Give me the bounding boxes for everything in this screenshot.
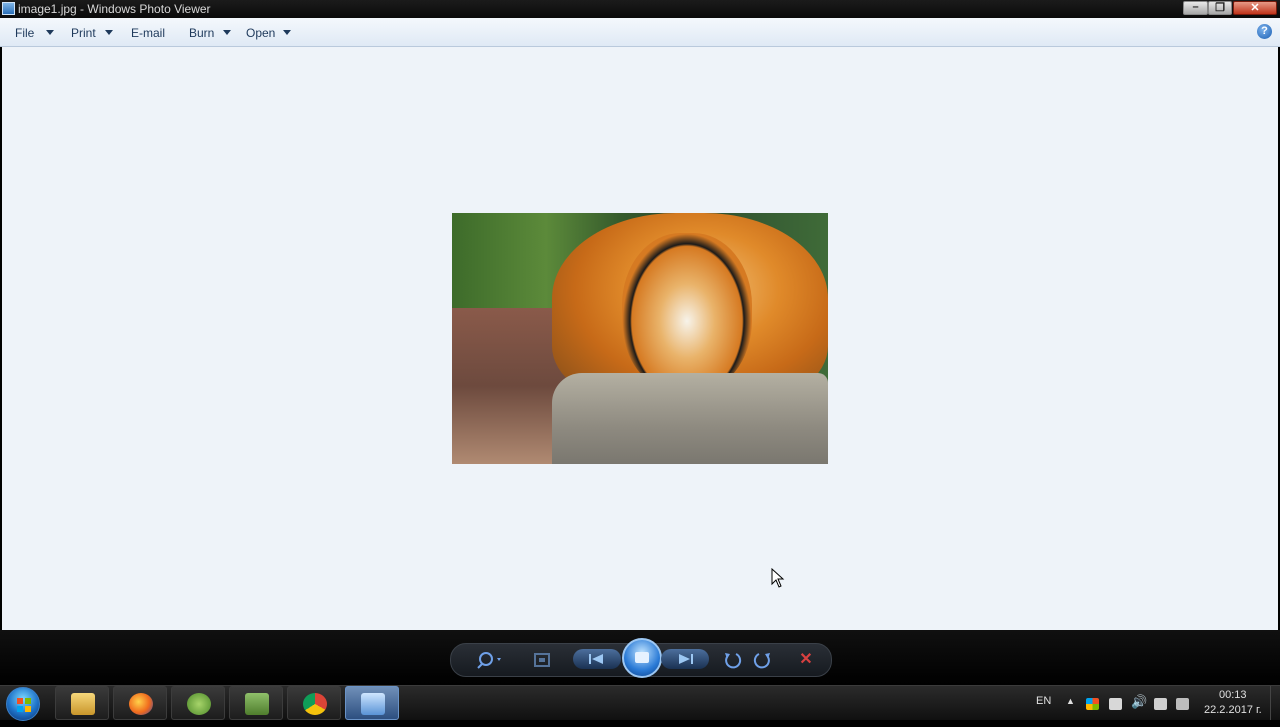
language-indicator[interactable]: EN [1036, 695, 1051, 707]
close-icon: ✕ [1250, 2, 1260, 14]
print-dropdown-arrow-icon[interactable] [105, 30, 113, 35]
start-button[interactable] [6, 687, 40, 721]
actual-size-icon[interactable] [531, 650, 553, 670]
image-viewer-area[interactable] [2, 47, 1278, 630]
menu-email[interactable]: E-mail [131, 26, 165, 40]
taskbar-app[interactable] [229, 686, 283, 720]
minimize-button[interactable]: – [1183, 1, 1208, 15]
menu-print[interactable]: Print [71, 26, 96, 40]
window-title: image1.jpg - Windows Photo Viewer [18, 2, 211, 16]
action-center-flag-icon[interactable] [1086, 698, 1099, 710]
taskbar-photo-viewer[interactable] [345, 686, 399, 720]
firefox-icon [129, 693, 153, 715]
photo-tiger-face [622, 233, 752, 393]
close-button[interactable]: ✕ [1233, 1, 1277, 15]
burn-dropdown-arrow-icon[interactable] [223, 30, 231, 35]
power-icon[interactable] [1176, 698, 1189, 710]
folder-icon [71, 693, 95, 715]
help-icon[interactable]: ? [1257, 24, 1272, 39]
menu-open[interactable]: Open [246, 26, 275, 40]
previous-button[interactable] [573, 649, 621, 669]
tiger-photo [452, 213, 828, 464]
show-desktop-button[interactable] [1270, 686, 1280, 720]
taskbar-explorer[interactable] [55, 686, 109, 720]
device-icon[interactable] [1154, 698, 1167, 710]
photo-viewer-icon [361, 693, 385, 715]
taskbar: EN ▲ 🔊 00:13 22.2.2017 г. [0, 685, 1280, 721]
photo-rock [552, 373, 828, 464]
title-bar[interactable]: image1.jpg - Windows Photo Viewer – ❐ ✕ [0, 0, 1280, 18]
taskbar-android-studio[interactable] [171, 686, 225, 720]
restore-icon: ❐ [1215, 2, 1225, 14]
next-icon [679, 654, 693, 664]
file-dropdown-arrow-icon[interactable] [46, 30, 54, 35]
rotate-clockwise-icon[interactable] [752, 650, 774, 670]
rotate-counterclockwise-icon[interactable] [721, 650, 743, 670]
next-button[interactable] [661, 649, 709, 669]
previous-icon [589, 654, 603, 664]
windows-logo-icon [17, 698, 31, 712]
network-warning-icon[interactable] [1109, 698, 1122, 710]
green-app-icon [245, 693, 269, 715]
minimize-icon: – [1192, 1, 1199, 13]
android-studio-icon [187, 693, 211, 715]
show-hidden-icons-icon[interactable]: ▲ [1066, 696, 1075, 706]
clock-time[interactable]: 00:13 [1219, 689, 1247, 701]
open-dropdown-arrow-icon[interactable] [283, 30, 291, 35]
menu-bar: File Print E-mail Burn Open ? [0, 18, 1280, 47]
menu-file[interactable]: File [15, 26, 34, 40]
magnifier-icon[interactable] [477, 650, 507, 670]
taskbar-chrome[interactable] [287, 686, 341, 720]
viewer-control-bar: ✕ [0, 630, 1280, 685]
clock-date[interactable]: 22.2.2017 г. [1204, 704, 1262, 716]
photo-viewer-app-icon[interactable] [2, 2, 15, 15]
slideshow-button[interactable] [622, 638, 662, 678]
taskbar-firefox[interactable] [113, 686, 167, 720]
chrome-icon [303, 693, 327, 715]
restore-button[interactable]: ❐ [1208, 1, 1232, 15]
control-pill: ✕ [450, 638, 832, 678]
delete-icon[interactable]: ✕ [795, 650, 817, 670]
menu-burn[interactable]: Burn [189, 26, 214, 40]
volume-icon[interactable]: 🔊 [1131, 694, 1147, 710]
